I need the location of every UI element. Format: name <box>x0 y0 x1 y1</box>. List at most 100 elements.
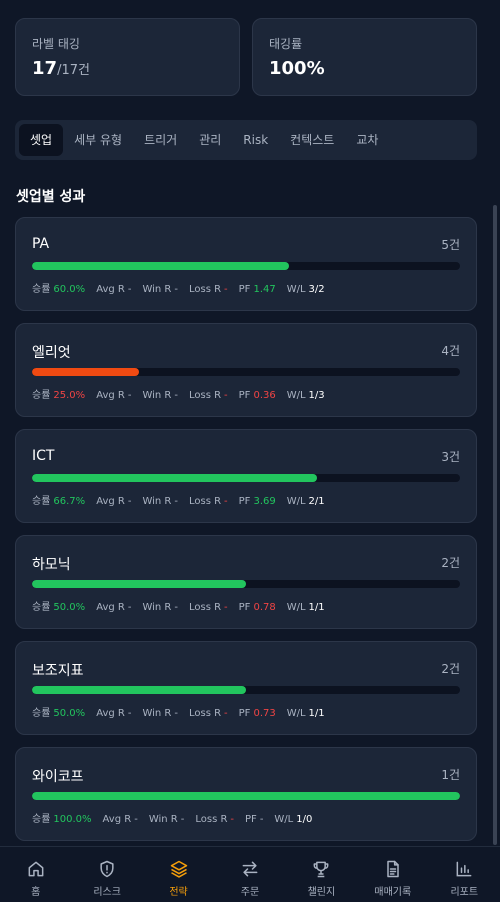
setup-name: 하모닉 <box>32 557 71 573</box>
win-r-value: - <box>174 284 178 295</box>
avg-r-label: Avg R <box>102 814 132 825</box>
pf-value: - <box>259 814 264 825</box>
tab-subtype[interactable]: 세부 유형 <box>63 124 133 156</box>
nav-challenge[interactable]: 챌린지 <box>286 847 357 902</box>
wl-label: W/L <box>286 708 306 719</box>
home-icon <box>28 861 44 877</box>
avg-r-value: - <box>127 496 132 507</box>
loss-r-value: - <box>224 284 228 295</box>
winrate-label: 승률 <box>32 390 51 401</box>
setup-card[interactable]: 와이코프 1건 승률 100.0% Avg R - Win R - Loss R - PF - W/L 1… <box>15 747 477 841</box>
winrate-label: 승률 <box>32 708 51 719</box>
wl-value: 3/2 <box>308 284 325 295</box>
nav-home[interactable]: 홈 <box>0 847 71 902</box>
setup-card[interactable]: 하모닉 2건 승률 50.0% Avg R - Win R - Loss R - PF 0.78 W/L… <box>15 535 477 629</box>
bar-chart-icon <box>456 861 472 877</box>
setup-card[interactable]: 보조지표 2건 승률 50.0% Avg R - Win R - Loss R - PF 0.73 W/… <box>15 641 477 735</box>
setup-stats: 승률 66.7% Avg R - Win R - Loss R - PF 3.69 W/L 2/1 <box>32 492 325 507</box>
winrate-label: 승률 <box>32 284 51 295</box>
scrollbar-thumb[interactable] <box>493 205 497 845</box>
win-r-value: - <box>174 708 178 719</box>
setup-stats: 승률 25.0% Avg R - Win R - Loss R - PF 0.36 W/L 1/3 <box>32 386 325 401</box>
nav-journal[interactable]: 매매기록 <box>357 847 428 902</box>
setup-stats: 승률 100.0% Avg R - Win R - Loss R - PF - W/L 1/0 <box>32 810 312 825</box>
wl-label: W/L <box>286 390 306 401</box>
swap-arrows-icon <box>242 861 258 877</box>
nav-strategy[interactable]: 전략 <box>143 847 214 902</box>
setup-progress-fill <box>32 368 139 376</box>
winrate-value: 66.7% <box>53 496 86 507</box>
nav-risk[interactable]: 리스크 <box>71 847 142 902</box>
loss-r-value: - <box>230 814 235 825</box>
wl-label: W/L <box>274 814 294 825</box>
wl-value: 1/3 <box>308 390 325 401</box>
win-r-value: - <box>174 390 178 401</box>
tab-cross[interactable]: 교차 <box>345 124 389 156</box>
pf-label: PF <box>238 496 251 507</box>
loss-r-value: - <box>224 390 228 401</box>
avg-r-label: Avg R <box>96 496 125 507</box>
pf-value: 0.78 <box>253 602 276 613</box>
analysis-tabs: 셋업 세부 유형 트리거 관리 Risk 컨텍스트 교차 <box>15 120 477 160</box>
pf-label: PF <box>238 284 251 295</box>
tab-risk[interactable]: Risk <box>232 124 279 156</box>
setup-card[interactable]: ICT 3건 승률 66.7% Avg R - Win R - Loss R - PF 3.69 W/L… <box>15 429 477 523</box>
setup-name: 와이코프 <box>32 769 84 785</box>
labeling-value: 17/17건 <box>32 58 239 79</box>
setup-name: 엘리엇 <box>32 345 71 361</box>
avg-r-label: Avg R <box>96 708 125 719</box>
wl-label: W/L <box>286 496 306 507</box>
pf-value: 3.69 <box>253 496 276 507</box>
labeling-stat-card: 라벨 태깅 17/17건 <box>15 18 240 96</box>
setup-progress-track <box>32 474 460 482</box>
win-r-value: - <box>180 814 185 825</box>
setup-card[interactable]: 엘리엇 4건 승률 25.0% Avg R - Win R - Loss R - PF 0.36 W/L… <box>15 323 477 417</box>
wl-value: 1/1 <box>308 708 325 719</box>
wl-value: 1/1 <box>308 602 325 613</box>
nav-risk-label: 리스크 <box>93 887 121 898</box>
setup-stats: 승률 50.0% Avg R - Win R - Loss R - PF 0.73 W/L 1/1 <box>32 704 325 719</box>
winrate-value: 25.0% <box>53 390 86 401</box>
nav-orders-label: 주문 <box>240 887 260 898</box>
document-icon <box>387 860 399 878</box>
setup-progress-fill <box>32 262 289 270</box>
scroll-area[interactable]: 라벨 태깅 17/17건 태깅률 100% 셋업 세부 유형 트리거 관리 Ri… <box>0 0 500 846</box>
nav-journal-label: 매매기록 <box>374 887 412 898</box>
pf-value: 1.47 <box>253 284 276 295</box>
tagging-rate-stat-card: 태깅률 100% <box>252 18 477 96</box>
labeling-total: /17건 <box>57 63 90 78</box>
loss-r-value: - <box>224 602 228 613</box>
nav-home-label: 홈 <box>31 887 41 898</box>
win-r-value: - <box>174 496 178 507</box>
setup-name: 보조지표 <box>32 663 84 679</box>
tab-context[interactable]: 컨텍스트 <box>279 124 345 156</box>
nav-report[interactable]: 리포트 <box>429 847 500 902</box>
loss-r-label: Loss R <box>195 814 228 825</box>
win-r-label: Win R <box>142 284 172 295</box>
wl-value: 2/1 <box>308 496 325 507</box>
setup-progress-track <box>32 792 460 800</box>
setup-count: 5건 <box>441 238 460 252</box>
setup-progress-fill <box>32 580 246 588</box>
win-r-label: Win R <box>148 814 178 825</box>
loss-r-label: Loss R <box>188 708 222 719</box>
setup-progress-fill <box>32 474 318 482</box>
setup-count: 1건 <box>441 768 460 782</box>
avg-r-value: - <box>127 390 132 401</box>
tagging-rate-value: 100% <box>269 58 325 79</box>
tab-management[interactable]: 관리 <box>188 124 232 156</box>
tab-trigger[interactable]: 트리거 <box>133 124 188 156</box>
win-r-label: Win R <box>142 390 172 401</box>
setup-stats: 승률 60.0% Avg R - Win R - Loss R - PF 1.47 W/L 3/2 <box>32 280 325 295</box>
loss-r-label: Loss R <box>188 390 222 401</box>
setup-progress-track <box>32 368 460 376</box>
pf-value: 0.73 <box>253 708 276 719</box>
loss-r-label: Loss R <box>188 496 222 507</box>
nav-orders[interactable]: 주문 <box>214 847 285 902</box>
wl-label: W/L <box>286 284 306 295</box>
tab-setup[interactable]: 셋업 <box>19 124 64 156</box>
section-title: 셋업별 성과 <box>16 189 86 205</box>
trophy-icon <box>313 861 329 878</box>
wl-label: W/L <box>286 602 306 613</box>
setup-card[interactable]: PA 5건 승률 60.0% Avg R - Win R - Loss R - PF 1.47 W/L 3… <box>15 217 477 311</box>
